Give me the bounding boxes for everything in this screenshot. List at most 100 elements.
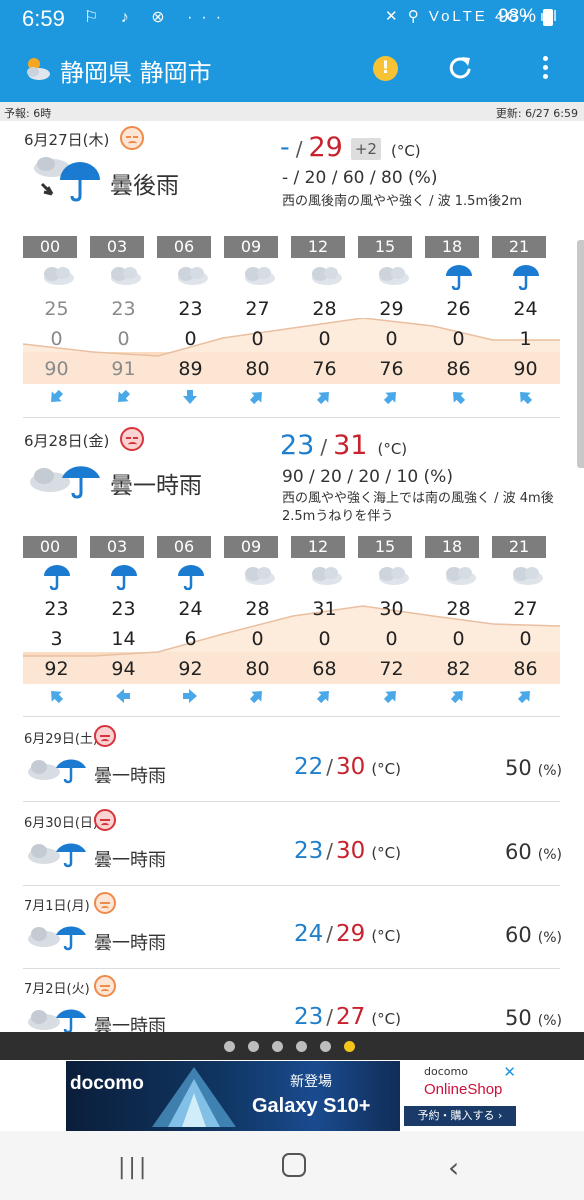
hourly-temp: 23	[44, 598, 69, 620]
weekly-weather: 曇一時雨	[94, 850, 166, 871]
weather-summary: 曇後雨	[110, 173, 179, 199]
weekly-precip-value: 60	[505, 923, 532, 947]
wind-direction-icon	[448, 686, 515, 708]
scroll-handle[interactable]	[577, 240, 584, 468]
weekly-precip: 60 (%)	[505, 923, 562, 947]
cloud-then-rain-icon	[34, 157, 100, 202]
wind-wave-text: 西の風やや強く海上では南の風強く / 波 4m後	[282, 491, 554, 506]
wind-direction-icon	[180, 686, 247, 708]
umbrella-icon	[157, 564, 224, 595]
weekly-temp-unit: (°C)	[371, 1010, 401, 1028]
hourly-rain-value: 0	[50, 328, 63, 350]
wind-direction-icon	[515, 686, 582, 708]
weekly-temp: 23/30 (°C)	[294, 838, 401, 864]
hour-labels: 00 03 06 09 12 15 18 21	[23, 536, 563, 558]
wind-direction-icon	[314, 387, 381, 409]
temperature-line: 23/31 (°C)	[280, 430, 408, 461]
weekly-precip-unit: (%)	[537, 763, 562, 779]
discomfort-face-icon	[94, 975, 116, 997]
temperature-line: -/29 +2 (°C)	[280, 132, 421, 163]
weekly-precip: 60 (%)	[505, 840, 562, 864]
weekly-temp-min: 24	[294, 921, 324, 947]
page-dot-active[interactable]	[344, 1041, 355, 1052]
cloud-icon	[492, 564, 559, 591]
ad-banner[interactable]: docomo 新登場 Galaxy S10+ docomo OnlineShop…	[66, 1061, 518, 1131]
hour-label: 03	[90, 536, 144, 558]
hourly-rain-value: 0	[251, 628, 264, 650]
hourly-temp: 30	[379, 598, 404, 620]
ad-model: Galaxy S10+	[252, 1095, 371, 1117]
hourly-icons	[23, 564, 563, 591]
ad-phone-image	[152, 1067, 236, 1127]
cloud-icon	[224, 264, 291, 291]
ad-shop-button[interactable]: 予約・購入する ›	[404, 1106, 516, 1126]
hourly-rain-value: 0	[251, 328, 264, 350]
status-notification-icons: ⚐ ♪ ⊗ ···	[84, 9, 231, 26]
hourly-temp: 28	[312, 298, 337, 320]
page-dot[interactable]	[248, 1041, 259, 1052]
page-dot[interactable]	[320, 1041, 331, 1052]
hourly-temp: 27	[245, 298, 270, 320]
weather-summary: 曇一時雨	[110, 473, 202, 499]
hourly-rain-value: 0	[318, 328, 331, 350]
hourly-temp: 23	[178, 298, 203, 320]
precip-chances: 90 / 20 / 20 / 10 (%)	[282, 467, 453, 487]
hourly-rain-value: 0	[519, 628, 532, 650]
hourly-humidity-value: 86	[446, 358, 471, 380]
home-icon[interactable]	[282, 1153, 306, 1177]
cloud-icon	[157, 264, 224, 291]
ad-shop-panel[interactable]: docomo OnlineShop 予約・購入する › ✕	[400, 1061, 518, 1131]
app-title: 静岡県 静岡市	[60, 59, 212, 87]
more-menu-icon[interactable]	[540, 54, 550, 84]
refresh-icon[interactable]	[446, 54, 474, 82]
hour-label: 15	[358, 536, 412, 558]
divider	[23, 801, 560, 802]
hour-label: 21	[492, 236, 546, 258]
hour-label: 00	[23, 536, 77, 558]
discomfort-face-icon	[120, 427, 144, 451]
battery-icon	[543, 9, 553, 26]
page-dot[interactable]	[296, 1041, 307, 1052]
hourly-temp: 23	[111, 598, 136, 620]
weekly-temp: 23/27 (°C)	[294, 1004, 401, 1030]
wind-direction-icon	[515, 387, 582, 409]
temp-max: 29	[308, 132, 343, 163]
hourly-temp: 28	[446, 598, 471, 620]
hour-label: 09	[224, 536, 278, 558]
hourly-humidity-value: 80	[245, 658, 270, 680]
weekly-temp-max: 27	[336, 1004, 366, 1030]
hourly-temp: 27	[513, 598, 538, 620]
back-icon[interactable]: ‹	[448, 1151, 459, 1184]
hourly-icons	[23, 264, 563, 291]
hourly-humidity-value: 76	[312, 358, 337, 380]
hourly-rain: 0 0 0 0 0 0 0 1	[23, 328, 563, 354]
hourly-humidity: 92 94 92 80 68 72 82 86	[23, 658, 563, 684]
discomfort-face-icon	[120, 126, 144, 150]
wind-direction-icon	[46, 387, 113, 409]
weekly-weather: 曇一時雨	[94, 766, 166, 787]
ad-shop-name: OnlineShop	[424, 1081, 503, 1098]
weekly-precip-unit: (%)	[537, 930, 562, 946]
weekly-precip-value: 50	[505, 756, 532, 780]
discomfort-face-icon	[94, 892, 116, 914]
divider	[23, 716, 560, 717]
umbrella-icon	[492, 264, 559, 295]
system-nav-bar: ||| ‹	[0, 1131, 584, 1200]
wind-direction-icon	[448, 387, 515, 409]
weekly-temp-unit: (°C)	[371, 927, 401, 945]
hourly-temp: 24	[513, 298, 538, 320]
page-dot[interactable]	[224, 1041, 235, 1052]
weekly-temp-max: 29	[336, 921, 366, 947]
hourly-humidity-value: 76	[379, 358, 404, 380]
warning-icon[interactable]: !	[373, 56, 398, 81]
app-bar: 静岡県 静岡市 !	[0, 36, 584, 102]
weekly-precip: 50 (%)	[505, 756, 562, 780]
cloud-icon	[358, 264, 425, 291]
hourly-temps: 25 23 23 27 28 29 26 24	[23, 298, 563, 324]
discomfort-face-icon	[94, 809, 116, 831]
hourly-rain-value: 0	[318, 628, 331, 650]
page-dot[interactable]	[272, 1041, 283, 1052]
hourly-rain-value: 6	[184, 628, 197, 650]
recent-apps-icon[interactable]: |||	[118, 1155, 149, 1180]
ad-close-icon[interactable]: ✕	[503, 1063, 516, 1081]
